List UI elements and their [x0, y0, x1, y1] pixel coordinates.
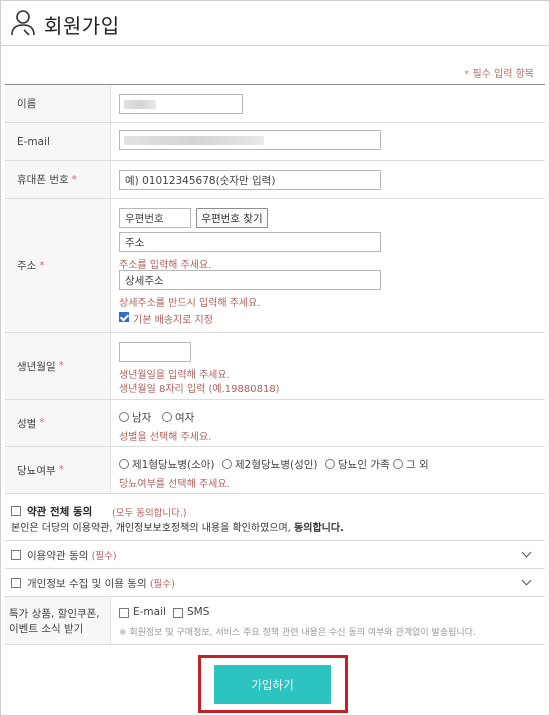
- diabetes-other-label: 그 외: [406, 459, 429, 471]
- diabetes-other-radio[interactable]: [393, 459, 403, 469]
- phone-label: 휴대폰 번호 *: [5, 161, 111, 198]
- agree-all-note: (모두 동의합니다.): [112, 508, 187, 519]
- page-title: 회원가입: [44, 14, 120, 38]
- row-diabetes: 당뇨여부 * 제1형당뇨병(소아) 제2형당뇨병(성인) 당뇨인 가족 그 외 당…: [5, 447, 545, 494]
- birth-input[interactable]: [119, 342, 191, 362]
- gender-female-label: 여자: [175, 412, 195, 424]
- address-detail-error: 상세주소를 반드시 입력해 주세요.: [119, 298, 261, 309]
- phone-input[interactable]: 예) 01012345678(숫자만 입력): [119, 170, 381, 190]
- row-name: 이름: [5, 85, 545, 123]
- submit-button[interactable]: 가입하기: [214, 665, 331, 704]
- required-star: *: [464, 69, 470, 80]
- agree-all-description: 본인은 더당의 이용약관, 개인정보보호정책의 내용을 확인하였으며, 동의합니…: [11, 523, 344, 534]
- diabetes-type1-radio[interactable]: [119, 459, 129, 469]
- gender-male-label: 남자: [132, 412, 152, 424]
- blurred-value: [124, 100, 156, 109]
- birth-hint: 생년월일 8자리 입력 (예.19880818): [119, 384, 280, 395]
- marketing-email-label: E-mail: [133, 606, 166, 618]
- diabetes-family-radio[interactable]: [325, 459, 335, 469]
- chevron-down-icon[interactable]: [521, 575, 532, 586]
- marketing-email-checkbox[interactable]: [119, 608, 129, 618]
- zipcode-search-button[interactable]: 우편번호 찾기: [196, 208, 268, 228]
- marketing-label: 특가 상품, 할인쿠폰, 이벤트 소식 받기: [5, 597, 111, 644]
- diabetes-label: 당뇨여부 *: [5, 447, 111, 493]
- row-gender: 성별 * 남자 여자 성별을 선택해 주세요.: [5, 400, 545, 447]
- page-header: 회원가입: [0, 0, 550, 46]
- diabetes-type2-radio[interactable]: [222, 459, 232, 469]
- marketing-notice: ※ 회원정보 및 구매정보, 서비스 주요 정책 관련 내용은 수신 동의 여부…: [119, 628, 476, 638]
- row-email: E-mail: [5, 123, 545, 161]
- agree-all-checkbox[interactable]: [11, 506, 21, 516]
- diabetes-type2-label: 제2형당뇨병(성인): [235, 459, 318, 471]
- diabetes-family-label: 당뇨인 가족: [338, 459, 390, 471]
- agree-privacy-label: 개인정보 수집 및 이용 동의 (필수): [27, 578, 175, 590]
- diabetes-type1-label: 제1형당뇨병(소아): [132, 459, 215, 471]
- marketing-sms-label: SMS: [187, 606, 210, 618]
- agree-terms-checkbox[interactable]: [11, 550, 21, 560]
- email-input[interactable]: [119, 130, 381, 150]
- agree-terms-label: 이용약관 동의 (필수): [27, 550, 117, 562]
- required-note-text: 필수 입력 항목: [472, 69, 534, 80]
- required-note: * 필수 입력 항목: [464, 65, 534, 80]
- agree-all-label: 약관 전체 동의: [27, 506, 93, 518]
- gender-error: 성별을 선택해 주세요.: [119, 432, 212, 443]
- gender-male-radio[interactable]: [119, 412, 129, 422]
- name-input[interactable]: [119, 94, 243, 114]
- gender-label: 성별 *: [5, 400, 111, 446]
- agree-all-section: 약관 전체 동의 (모두 동의합니다.) 본인은 더당의 이용약관, 개인정보보…: [5, 494, 545, 541]
- agree-terms-row[interactable]: 이용약관 동의 (필수): [5, 541, 545, 569]
- row-marketing: 특가 상품, 할인쿠폰, 이벤트 소식 받기 E-mail SMS ※ 회원정보…: [5, 597, 545, 645]
- zipcode-input[interactable]: 우편번호: [119, 208, 191, 228]
- email-label: E-mail: [5, 123, 111, 160]
- address-error: 주소를 입력해 주세요.: [119, 260, 212, 271]
- user-icon: [11, 10, 35, 36]
- address-label: 주소 *: [5, 199, 111, 332]
- address-detail-input[interactable]: 상세주소: [119, 270, 381, 290]
- agree-privacy-checkbox[interactable]: [11, 578, 21, 588]
- agree-privacy-row[interactable]: 개인정보 수집 및 이용 동의 (필수): [5, 569, 545, 597]
- diabetes-error: 당뇨여부를 선택해 주세요.: [119, 479, 230, 490]
- gender-female-radio[interactable]: [162, 412, 172, 422]
- default-address-label: 기본 배송지로 지정: [133, 315, 213, 326]
- name-label: 이름: [5, 85, 111, 122]
- birth-error: 생년월일을 입력해 주세요.: [119, 370, 230, 381]
- row-phone: 휴대폰 번호 * 예) 01012345678(숫자만 입력): [5, 161, 545, 199]
- row-address: 주소 * 우편번호 우편번호 찾기 주소 주소를 입력해 주세요. 상세주소 상세…: [5, 199, 545, 333]
- row-birth: 생년월일 * 생년월일을 입력해 주세요. 생년월일 8자리 입력 (예.1988…: [5, 333, 545, 400]
- address-input[interactable]: 주소: [119, 232, 381, 252]
- chevron-down-icon[interactable]: [521, 547, 532, 558]
- blurred-value: [124, 136, 264, 145]
- birth-label: 생년월일 *: [5, 333, 111, 399]
- marketing-sms-checkbox[interactable]: [173, 608, 183, 618]
- default-address-checkbox[interactable]: [119, 312, 129, 322]
